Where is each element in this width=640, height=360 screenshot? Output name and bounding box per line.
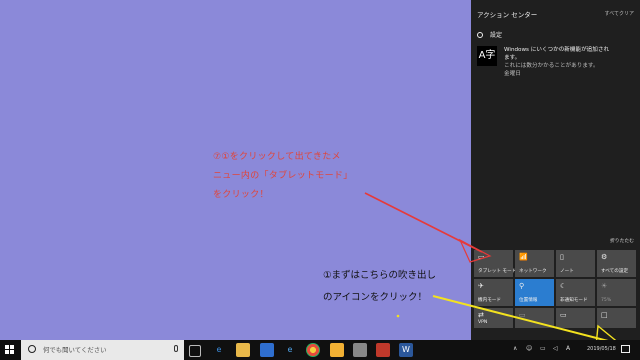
tile-label: 機内モード [478, 298, 501, 303]
red-instruction-line: ⑦①をクリックして出てきたメ [213, 152, 341, 162]
taskbar: 何でも聞いてください e e W ∧ ☺ ▭ ◁ A 2019/05/18 [0, 340, 640, 360]
search-box[interactable]: 何でも聞いてください [21, 340, 184, 360]
quiet-icon: □ [601, 311, 608, 319]
action-center-title: アクション センター [477, 11, 538, 19]
edge-browser-icon[interactable]: e [212, 343, 226, 357]
tile-label: タブレット モード [478, 269, 517, 274]
tile-label: 75% [601, 298, 612, 303]
tile-label: VPN [478, 320, 488, 325]
app-red-icon[interactable] [376, 343, 390, 357]
tile-label: ノート [560, 269, 574, 274]
location-icon: ⚲ [519, 282, 525, 290]
notification-text: Windows にいくつかの新機能が追加され ます。 これには数分かかることがあ… [504, 46, 634, 78]
tray-network-icon[interactable]: ▭ [540, 345, 546, 352]
search-icon [28, 345, 36, 353]
tile-label: ネットワーク [519, 269, 547, 274]
red-instruction-line: ニュー内の「タブレットモード」 [213, 171, 353, 181]
tile-airplane-mode[interactable]: ✈ 機内モード [474, 279, 513, 306]
microphone-icon[interactable] [174, 345, 178, 352]
ime-icon: A字 [477, 46, 497, 66]
note-icon: ▯ [560, 253, 564, 261]
photos-icon[interactable] [353, 343, 367, 357]
brightness-icon: ☀ [601, 282, 608, 290]
red-instruction: ⑦①をクリックして出てきたメ ニュー内の「タブレットモード」 をクリック！ [213, 148, 383, 205]
app-icon[interactable] [330, 343, 344, 357]
windows-logo-icon [10, 350, 14, 354]
tile-label: すべての設定 [601, 269, 629, 274]
tile-label: 位置情報 [519, 298, 538, 303]
tray-volume-icon[interactable]: ◁ [553, 345, 558, 352]
task-view-icon[interactable] [189, 345, 201, 357]
action-center-panel: アクション センター すべてクリア 設定 A字 Windows にいくつかの新機… [471, 0, 640, 340]
tile-location[interactable]: ⚲ 位置情報 [515, 279, 554, 306]
red-instruction-line: をクリック！ [213, 190, 269, 200]
black-instruction-line: のアイコンをクリック！ [323, 292, 428, 303]
notification-line: Windows にいくつかの新機能が追加され [504, 47, 610, 53]
action-center-button[interactable] [621, 345, 630, 353]
chrome-icon[interactable] [306, 343, 320, 357]
project-icon: ▭ [519, 311, 526, 319]
search-placeholder: 何でも聞いてください [43, 346, 107, 354]
windows-logo-icon [5, 345, 9, 349]
notification-detail: これには数分かかることがあります。 [504, 63, 599, 69]
notification-time: 金曜日 [504, 71, 521, 77]
vpn-icon: ⇄ [478, 311, 484, 319]
notification-line: ます。 [504, 55, 521, 61]
gear-icon: ⚙ [601, 253, 608, 261]
tile-note[interactable]: ▯ ノート [556, 250, 595, 277]
tile-label: 非通知モード [560, 298, 588, 303]
tile-project[interactable]: ▭ [515, 308, 554, 328]
notification-card[interactable]: A字 Windows にいくつかの新機能が追加され ます。 これには数分かかるこ… [477, 44, 637, 92]
tray-people-icon[interactable]: ☺ [526, 345, 532, 352]
connect-icon: ▭ [560, 311, 567, 319]
airplane-icon: ✈ [478, 282, 484, 290]
tile-vpn[interactable]: ⇄ VPN [474, 308, 513, 328]
tile-tablet-mode[interactable]: ▭ タブレット モード [474, 250, 517, 277]
black-instruction: ①まずはこちらの吹き出し のアイコンをクリック！ [323, 265, 483, 309]
tile-network[interactable]: 📶 ネットワーク [515, 250, 554, 277]
store-icon[interactable] [260, 343, 274, 357]
tablet-icon: ▭ [478, 253, 485, 261]
tray-ime-icon[interactable]: A [566, 345, 570, 352]
tile-quiet-hours[interactable]: ☾ 非通知モード [556, 279, 595, 306]
tile-quiet[interactable]: □ [597, 308, 636, 328]
start-button[interactable] [0, 340, 20, 360]
file-explorer-icon[interactable] [236, 343, 250, 357]
black-instruction-line: ①まずはこちらの吹き出し [323, 270, 437, 281]
network-icon: 📶 [519, 253, 528, 261]
clear-all-link[interactable]: すべてクリア [605, 10, 634, 17]
tray-chevron-icon[interactable]: ∧ [513, 345, 517, 352]
clock[interactable]: 2019/05/18 [587, 346, 616, 352]
windows-logo-icon [5, 350, 9, 354]
gear-icon [477, 31, 483, 38]
settings-section-label: 設定 [490, 32, 503, 39]
moon-icon: ☾ [560, 282, 567, 290]
word-icon[interactable]: W [399, 343, 413, 357]
tile-all-settings[interactable]: ⚙ すべての設定 [597, 250, 636, 277]
collapse-link[interactable]: 折りたたむ [610, 237, 634, 244]
settings-section-header: 設定 [477, 30, 502, 39]
ie-browser-icon[interactable]: e [283, 343, 297, 357]
tile-brightness[interactable]: ☀ 75% [597, 279, 636, 306]
windows-logo-icon [10, 345, 14, 349]
tile-connect[interactable]: ▭ [556, 308, 595, 328]
